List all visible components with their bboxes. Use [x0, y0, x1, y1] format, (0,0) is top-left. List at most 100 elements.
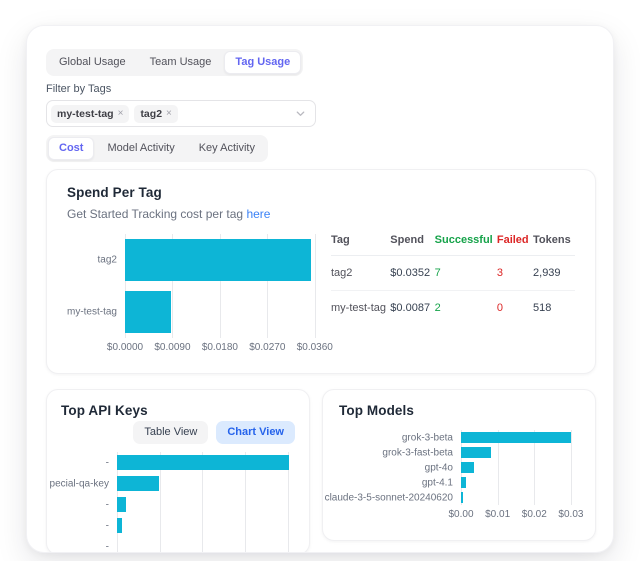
- y-axis-label: my-test-tag: [67, 307, 125, 318]
- cell-successful: 2: [435, 291, 497, 326]
- x-axis-tick-label: $0.02: [522, 509, 547, 520]
- chart-row: -: [117, 515, 295, 536]
- chart-plot-area: grok-3-betagrok-3-fast-betagpt-4ogpt-4.1…: [461, 430, 579, 505]
- x-axis-tick-label: $0.0180: [202, 342, 238, 353]
- tab-cost[interactable]: Cost: [48, 137, 94, 160]
- tab-global-usage[interactable]: Global Usage: [48, 51, 137, 74]
- col-header-spend: Spend: [390, 230, 434, 256]
- cell-tokens: 518: [533, 291, 575, 326]
- bar: [117, 455, 289, 470]
- view-toggle: Table View Chart View: [61, 421, 295, 444]
- tab-team-usage[interactable]: Team Usage: [139, 51, 223, 74]
- chart-row: grok-3-beta: [461, 430, 579, 445]
- cell-tag: tag2: [331, 256, 390, 291]
- main-panel: Global Usage Team Usage Tag Usage Filter…: [26, 25, 614, 553]
- table-row: tag2 $0.0352 7 3 2,939: [331, 256, 575, 291]
- spend-content: tag2my-test-tag$0.0000$0.0090$0.0180$0.0…: [67, 230, 575, 355]
- cell-tag: my-test-tag: [331, 291, 390, 326]
- tab-key-activity[interactable]: Key Activity: [188, 137, 266, 160]
- top-models-chart: grok-3-betagrok-3-fast-betagpt-4ogpt-4.1…: [339, 430, 579, 522]
- spend-per-tag-chart: tag2my-test-tag$0.0000$0.0090$0.0180$0.0…: [67, 230, 319, 355]
- y-axis-label: grok-3-beta: [402, 432, 461, 443]
- chart-row: claude-3-5-sonnet-20240620: [461, 490, 579, 505]
- top-models-card: Top Models grok-3-betagrok-3-fast-betagp…: [322, 389, 596, 541]
- remove-tag-icon[interactable]: ×: [166, 108, 172, 119]
- bar: [461, 447, 491, 458]
- chart-plot-area: tag2my-test-tag: [125, 234, 319, 338]
- y-axis-label: gpt-4.1: [422, 477, 461, 488]
- x-axis-tick-label: $0.0000: [107, 342, 143, 353]
- x-axis-tick-label: $0.00: [448, 509, 473, 520]
- view-tabs: Cost Model Activity Key Activity: [46, 135, 268, 162]
- y-axis-label: gpt-4o: [425, 462, 461, 473]
- bottom-row: Top API Keys Table View Chart View -peci…: [46, 389, 596, 553]
- cell-tokens: 2,939: [533, 256, 575, 291]
- x-axis-tick-label: $0.03: [558, 509, 583, 520]
- spend-per-tag-card: Spend Per Tag Get Started Tracking cost …: [46, 169, 596, 374]
- top-api-keys-chart: -pecial-qa-key---: [61, 452, 295, 553]
- y-axis-label: -: [106, 520, 117, 531]
- cell-failed: 0: [497, 291, 533, 326]
- bar: [461, 477, 466, 488]
- tab-model-activity[interactable]: Model Activity: [96, 137, 185, 160]
- tab-tag-usage[interactable]: Tag Usage: [224, 51, 301, 74]
- chart-row: tag2: [125, 234, 319, 286]
- col-header-successful: Successful: [435, 230, 497, 256]
- chart-row: gpt-4o: [461, 460, 579, 475]
- x-axis-tick-label: $0.0360: [297, 342, 333, 353]
- chart-row: -: [117, 494, 295, 515]
- top-models-title: Top Models: [339, 403, 579, 418]
- table-view-button[interactable]: Table View: [133, 421, 208, 444]
- bar: [117, 497, 126, 512]
- remove-tag-icon[interactable]: ×: [118, 108, 124, 119]
- selected-tag-chip: my-test-tag ×: [51, 105, 129, 123]
- bar: [461, 432, 571, 443]
- y-axis-label: -: [106, 457, 117, 468]
- y-axis-label: -: [106, 499, 117, 510]
- top-api-keys-title: Top API Keys: [61, 403, 295, 418]
- x-axis-tick-label: $0.0090: [154, 342, 190, 353]
- x-axis-ticks: $0.00$0.01$0.02$0.03: [461, 509, 579, 522]
- chart-row: pecial-qa-key: [117, 473, 295, 494]
- x-axis-tick-label: $0.0270: [249, 342, 285, 353]
- spend-per-tag-subtitle: Get Started Tracking cost per tag here: [67, 207, 575, 221]
- cell-failed: 3: [497, 256, 533, 291]
- col-header-failed: Failed: [497, 230, 533, 256]
- chart-row: -: [117, 536, 295, 553]
- y-axis-label: claude-3-5-sonnet-20240620: [325, 492, 461, 503]
- here-link[interactable]: here: [246, 207, 270, 221]
- bar: [461, 462, 474, 473]
- table-row: my-test-tag $0.0087 2 0 518: [331, 291, 575, 326]
- cell-spend: $0.0087: [390, 291, 434, 326]
- bar: [117, 476, 159, 491]
- subtitle-text: Get Started Tracking cost per tag: [67, 207, 243, 221]
- tag-chip-label: my-test-tag: [57, 108, 114, 120]
- chart-plot-area: -pecial-qa-key---: [117, 452, 295, 553]
- bar: [125, 291, 171, 333]
- usage-tabs: Global Usage Team Usage Tag Usage: [46, 49, 303, 76]
- filter-by-tags-label: Filter by Tags: [46, 83, 596, 95]
- chart-view-button[interactable]: Chart View: [216, 421, 295, 444]
- x-axis-ticks: $0.0000$0.0090$0.0180$0.0270$0.0360: [125, 342, 319, 355]
- bar: [125, 239, 311, 281]
- y-axis-label: grok-3-fast-beta: [382, 447, 461, 458]
- chart-row: my-test-tag: [125, 286, 319, 338]
- tag-filter-select[interactable]: my-test-tag × tag2 ×: [46, 100, 316, 127]
- selected-tag-chip: tag2 ×: [134, 105, 177, 123]
- spend-table: Tag Spend Successful Failed Tokens tag2 …: [331, 230, 575, 325]
- tag-chip-label: tag2: [140, 108, 162, 120]
- y-axis-label: -: [106, 541, 117, 552]
- cell-successful: 7: [435, 256, 497, 291]
- y-axis-label: tag2: [98, 255, 125, 266]
- col-header-tag: Tag: [331, 230, 390, 256]
- bar: [117, 518, 122, 533]
- col-header-tokens: Tokens: [533, 230, 575, 256]
- x-axis-tick-label: $0.01: [485, 509, 510, 520]
- chart-row: gpt-4.1: [461, 475, 579, 490]
- top-api-keys-card: Top API Keys Table View Chart View -peci…: [46, 389, 310, 553]
- chart-row: grok-3-fast-beta: [461, 445, 579, 460]
- chevron-down-icon[interactable]: [295, 108, 306, 119]
- y-axis-label: pecial-qa-key: [50, 478, 117, 489]
- chart-row: -: [117, 452, 295, 473]
- spend-per-tag-title: Spend Per Tag: [67, 185, 575, 200]
